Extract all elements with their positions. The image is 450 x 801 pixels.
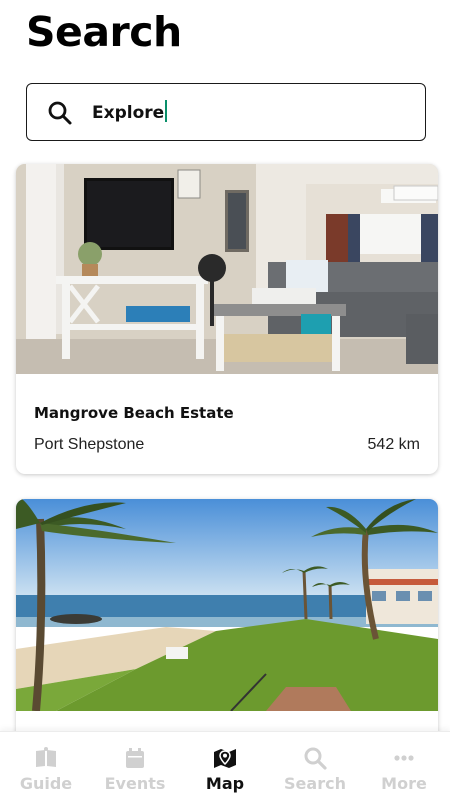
page-title: Search [26, 8, 182, 56]
text-caret [165, 100, 168, 122]
result-distance: 542 km [367, 436, 420, 453]
tab-label: More [381, 774, 427, 793]
search-box[interactable]: Explore [26, 83, 426, 141]
search-icon [304, 747, 327, 770]
result-card[interactable] [16, 499, 438, 759]
tab-events[interactable]: Events [90, 732, 180, 801]
more-icon [394, 755, 414, 761]
calendar-icon [126, 748, 144, 768]
tab-label: Guide [19, 774, 73, 793]
map-pin-icon [214, 749, 236, 768]
tab-guide[interactable]: Guide [1, 732, 91, 801]
search-icon [48, 101, 72, 125]
tab-label: Search [284, 774, 346, 793]
bottom-tab-bar: Guide Events Map Search More [0, 731, 450, 801]
beach-palm-photo [16, 499, 438, 711]
book-icon [36, 747, 56, 767]
search-input-value: Explore [92, 103, 165, 123]
result-name: Mangrove Beach Estate [34, 404, 234, 422]
result-card[interactable]: Mangrove Beach Estate Port Shepstone 542… [16, 164, 438, 474]
tab-label: Map [205, 774, 245, 793]
tab-map[interactable]: Map [180, 732, 270, 801]
tab-more[interactable]: More [359, 732, 449, 801]
tab-search[interactable]: Search [270, 732, 360, 801]
tab-label: Events [104, 774, 166, 793]
search-input[interactable]: Explore [92, 100, 168, 123]
result-location: Port Shepstone [34, 436, 145, 453]
living-room-photo [16, 164, 438, 374]
